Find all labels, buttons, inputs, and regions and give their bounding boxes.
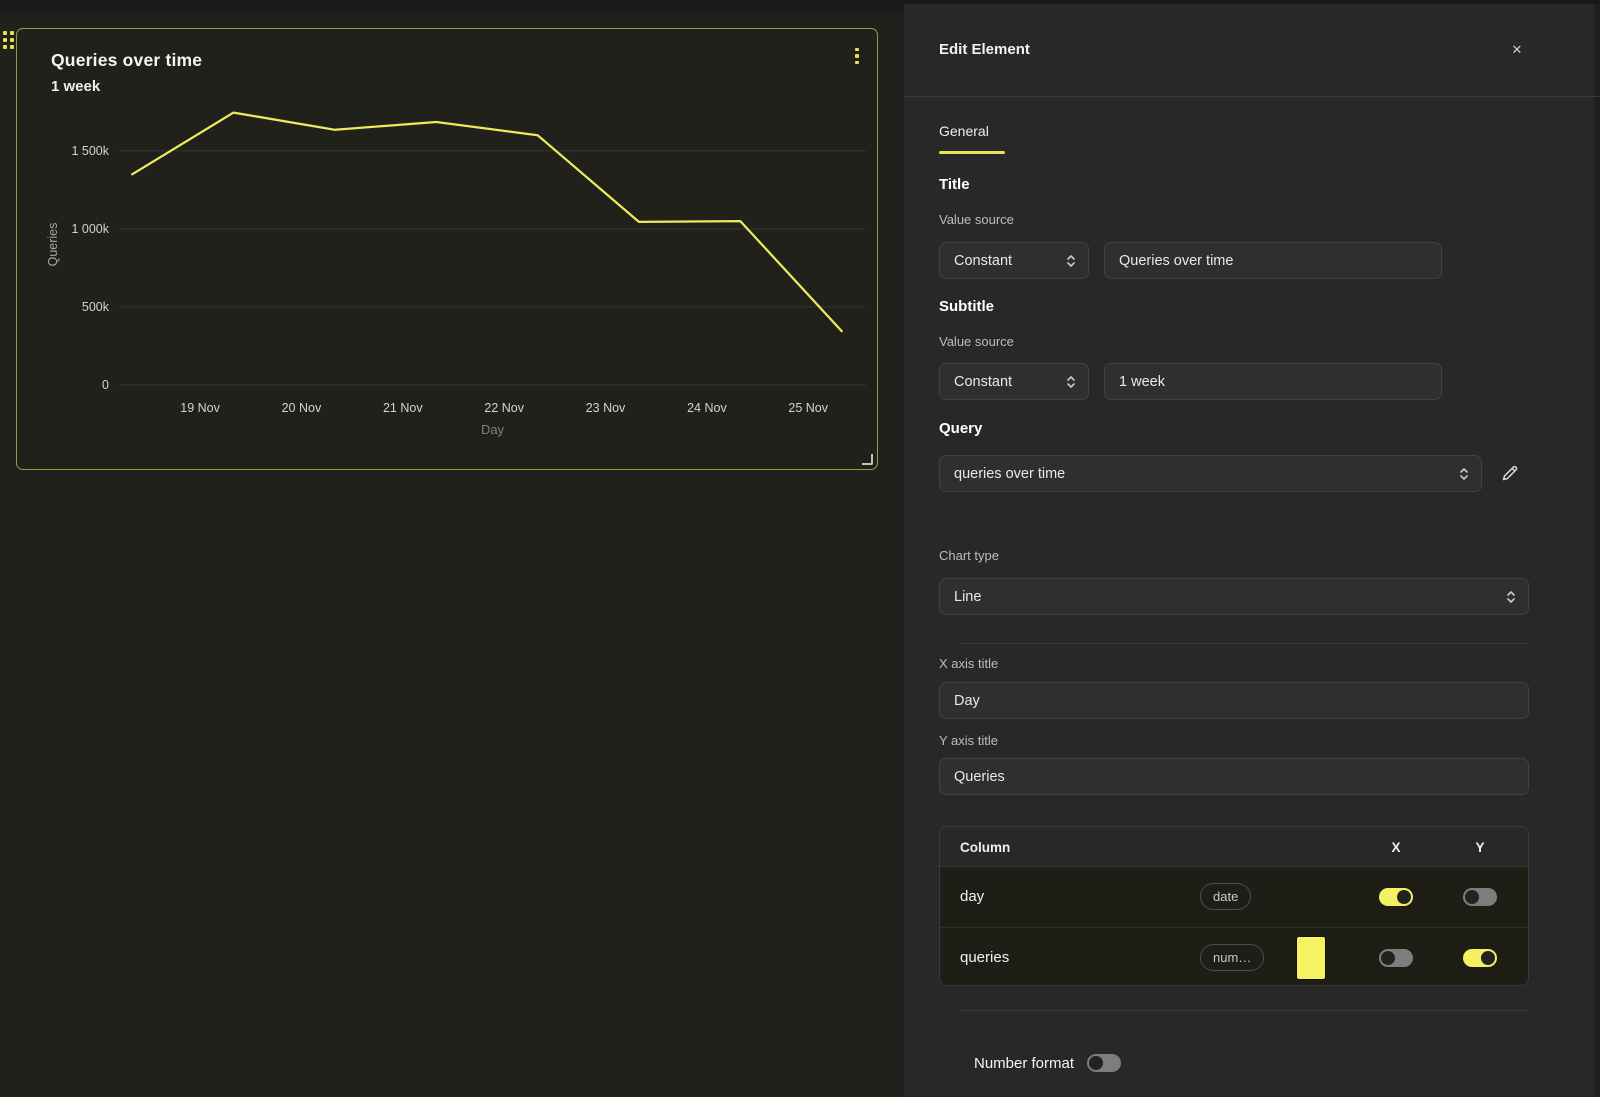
- chart-element-panel[interactable]: 0 500k 1 000k 1 500k 19 Nov 20 Nov 21 Nov 22 No…: [16, 28, 878, 470]
- svg-text:Day: Day: [481, 422, 505, 437]
- svg-text:24 Nov: 24 Nov: [687, 401, 727, 415]
- scrollbar-track[interactable]: [1594, 4, 1600, 1097]
- line-chart: 0 500k 1 000k 1 500k 19 Nov 20 Nov 21 Nov 22 No…: [17, 29, 877, 469]
- chart-subtitle: 1 week: [51, 78, 100, 95]
- header-divider: [904, 96, 1600, 97]
- dashboard-canvas: 0 500k 1 000k 1 500k 19 Nov 20 Nov 21 Nov 22 No…: [0, 0, 903, 1097]
- svg-text:23 Nov: 23 Nov: [586, 401, 626, 415]
- table-row-day: day date: [940, 867, 1528, 927]
- y-axis-title-input[interactable]: [939, 758, 1529, 795]
- edit-element-drawer: Edit Element ✕ General Title Value sourc…: [903, 0, 1600, 1097]
- query-section-heading: Query: [939, 420, 982, 437]
- svg-text:1 500k: 1 500k: [71, 144, 109, 158]
- query-selected-value: queries over time: [954, 466, 1065, 482]
- number-format-toggle[interactable]: [1087, 1054, 1121, 1072]
- subtitle-source-value: Constant: [954, 374, 1012, 390]
- title-source-value: Constant: [954, 253, 1012, 269]
- y-axis-title-label: Y axis title: [939, 733, 998, 748]
- x-axis-toggle[interactable]: [1379, 888, 1413, 906]
- query-select[interactable]: queries over time: [939, 455, 1482, 492]
- column-type-badge: date: [1200, 883, 1251, 910]
- number-format-row: Number format: [974, 1054, 1121, 1072]
- number-format-label: Number format: [974, 1055, 1074, 1072]
- chart-type-label: Chart type: [939, 548, 999, 563]
- svg-text:500k: 500k: [82, 300, 110, 314]
- chart-type-value: Line: [954, 589, 981, 605]
- subtitle-source-select[interactable]: Constant: [939, 363, 1089, 400]
- svg-text:21 Nov: 21 Nov: [383, 401, 423, 415]
- x-axis-title-label: X axis title: [939, 656, 998, 671]
- x-header: X: [1391, 840, 1400, 855]
- subtitle-text-input[interactable]: [1104, 363, 1442, 400]
- chevron-updown-icon: [1065, 253, 1077, 269]
- column-header: Column: [960, 840, 1010, 855]
- x-axis-title-input[interactable]: [939, 682, 1529, 719]
- column-name: queries: [960, 928, 1009, 986]
- table-row-queries: queries num…: [940, 927, 1528, 986]
- x-axis-toggle[interactable]: [1379, 949, 1413, 967]
- y-axis-toggle[interactable]: [1463, 949, 1497, 967]
- chevron-updown-icon: [1505, 589, 1517, 605]
- tab-general[interactable]: General: [939, 123, 989, 139]
- title-value-source-label: Value source: [939, 212, 1014, 227]
- close-icon[interactable]: ✕: [1505, 38, 1529, 62]
- columns-table-header: Column X Y: [940, 827, 1528, 867]
- section-divider: [959, 1010, 1529, 1011]
- element-drag-handle-icon[interactable]: [3, 31, 14, 49]
- columns-table: Column X Y day date queries num…: [939, 826, 1529, 986]
- svg-text:0: 0: [102, 378, 109, 392]
- y-axis-toggle[interactable]: [1463, 888, 1497, 906]
- chevron-updown-icon: [1065, 374, 1077, 390]
- chevron-updown-icon: [1458, 466, 1470, 482]
- active-tab-underline: [939, 151, 1005, 154]
- drawer-title: Edit Element: [939, 41, 1030, 58]
- y-header: Y: [1475, 840, 1484, 855]
- column-name: day: [960, 867, 984, 926]
- svg-text:20 Nov: 20 Nov: [282, 401, 322, 415]
- svg-text:Queries: Queries: [46, 223, 60, 267]
- window-top-edge: [0, 0, 1600, 4]
- chart-type-select[interactable]: Line: [939, 578, 1529, 615]
- edit-query-pencil-icon[interactable]: [1498, 462, 1522, 486]
- subtitle-value-source-label: Value source: [939, 334, 1014, 349]
- svg-text:19 Nov: 19 Nov: [180, 401, 220, 415]
- series-color-swatch[interactable]: [1296, 936, 1326, 980]
- column-type-badge: num…: [1200, 944, 1264, 971]
- chart-menu-kebab-icon[interactable]: [848, 43, 866, 69]
- svg-text:25 Nov: 25 Nov: [788, 401, 828, 415]
- section-divider: [959, 643, 1529, 644]
- title-section-heading: Title: [939, 176, 970, 193]
- svg-text:22 Nov: 22 Nov: [484, 401, 524, 415]
- subtitle-section-heading: Subtitle: [939, 298, 994, 315]
- resize-handle-icon[interactable]: [862, 454, 873, 465]
- chart-title: Queries over time: [51, 50, 202, 71]
- title-text-input[interactable]: [1104, 242, 1442, 279]
- svg-text:1 000k: 1 000k: [71, 222, 109, 236]
- title-source-select[interactable]: Constant: [939, 242, 1089, 279]
